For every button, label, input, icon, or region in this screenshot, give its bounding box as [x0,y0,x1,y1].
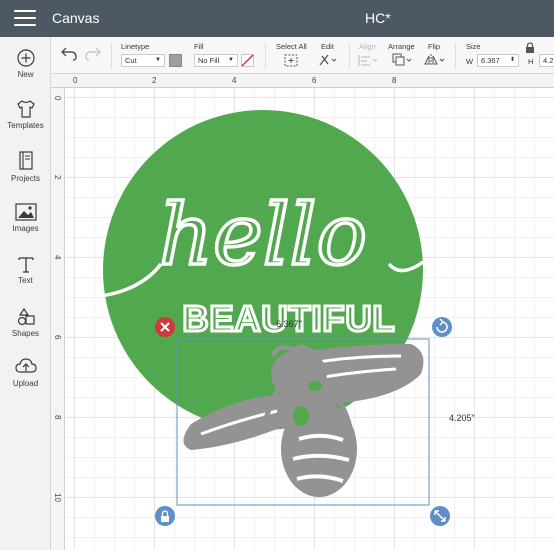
sidebar-item-projects[interactable]: Projects [0,151,51,199]
linetype-label: Linetype [121,42,150,51]
lock-ratio-icon[interactable] [525,42,535,54]
sidebar-item-label: New [17,70,34,79]
hamburger-menu-icon[interactable] [14,10,36,28]
sidebar-item-label: Projects [11,174,40,183]
book-icon [18,151,33,170]
width-value: 6.367 [481,56,500,65]
toolbar-divider [265,43,266,69]
design-canvas[interactable]: 0 2 4 6 8 0 2 4 6 8 10 hello BEAUTIFUL 6… [51,74,554,550]
sidebar-item-label: Upload [12,379,39,388]
redo-icon[interactable] [84,46,102,62]
resize-handle-icon[interactable] [430,506,450,526]
linetype-color-swatch[interactable] [169,54,182,67]
edit-label: Edit [321,42,334,51]
flip-icon[interactable] [424,53,446,67]
text-t-icon [17,257,34,273]
sidebar-item-label: Templates [7,121,44,130]
height-value: 4.2 [543,56,554,65]
sidebar-item-templates[interactable]: Templates [0,100,51,148]
align-label: Align [359,42,376,51]
lock-handle-icon[interactable] [155,506,175,526]
sidebar-item-label: Text [18,276,33,285]
chevron-down-icon: ▼ [155,57,161,63]
sidebar-item-label: Images [12,224,39,233]
height-label: H [528,57,534,66]
select-all-icon[interactable] [284,54,298,67]
hello-script-text[interactable]: hello [157,184,369,286]
edit-tools-icon[interactable] [318,53,338,67]
document-title: HC* [365,10,391,26]
undo-icon[interactable] [60,46,78,62]
sidebar-item-images[interactable]: Images [0,203,51,251]
app-window: Canvas HC* New Templates Projects Images… [0,0,554,550]
arrange-label: Arrange [388,42,415,51]
fill-label: Fill [194,42,204,51]
width-label: W [466,57,474,66]
cloud-upload-icon [14,358,37,373]
no-fill-swatch-icon[interactable] [241,54,254,67]
toolbar-divider [111,43,112,69]
sidebar-item-shapes[interactable]: Shapes [0,306,51,354]
chevron-down-icon: ▼ [228,57,234,63]
sidebar-item-text[interactable]: Text [0,255,51,303]
linetype-select[interactable]: Cut ▼ [121,54,165,67]
fill-value: No Fill [198,56,220,65]
height-dimension-readout: 4.205" [449,413,475,423]
toolbar-divider [455,43,456,69]
image-icon [14,203,37,221]
sidebar-item-upload[interactable]: Upload [0,358,51,406]
flip-label: Flip [428,42,441,51]
plus-circle-icon [16,49,35,67]
delete-selection-icon[interactable] [155,317,175,337]
app-title: Canvas [52,10,100,26]
width-dimension-readout: 6.367" [276,319,302,329]
design-artwork: hello BEAUTIFUL 6.367" 4.205" [100,110,475,526]
shapes-icon [17,307,35,326]
edit-toolbar: Linetype Cut ▼ Fill No Fill ▼ Select All E… [51,37,554,74]
arrange-icon[interactable] [391,53,413,67]
linetype-value: Cut [125,56,137,65]
rotate-handle-icon[interactable] [432,317,452,337]
top-bar: Canvas HC* [0,0,554,37]
fill-select[interactable]: No Fill ▼ [194,54,238,67]
sidebar-item-new[interactable]: New [0,49,51,97]
shirt-icon [16,100,35,118]
select-all-label: Select All [276,42,307,51]
left-sidebar: New Templates Projects Images Text Shape… [0,37,51,550]
stepper-icon: ⬍ [509,57,515,63]
toolbar-divider [349,43,350,69]
sidebar-item-label: Shapes [11,329,40,338]
align-icon[interactable] [357,54,379,67]
size-label: Size [466,42,481,51]
width-input[interactable]: 6.367 ⬍ [477,54,519,67]
height-input[interactable]: 4.2 [539,54,554,67]
